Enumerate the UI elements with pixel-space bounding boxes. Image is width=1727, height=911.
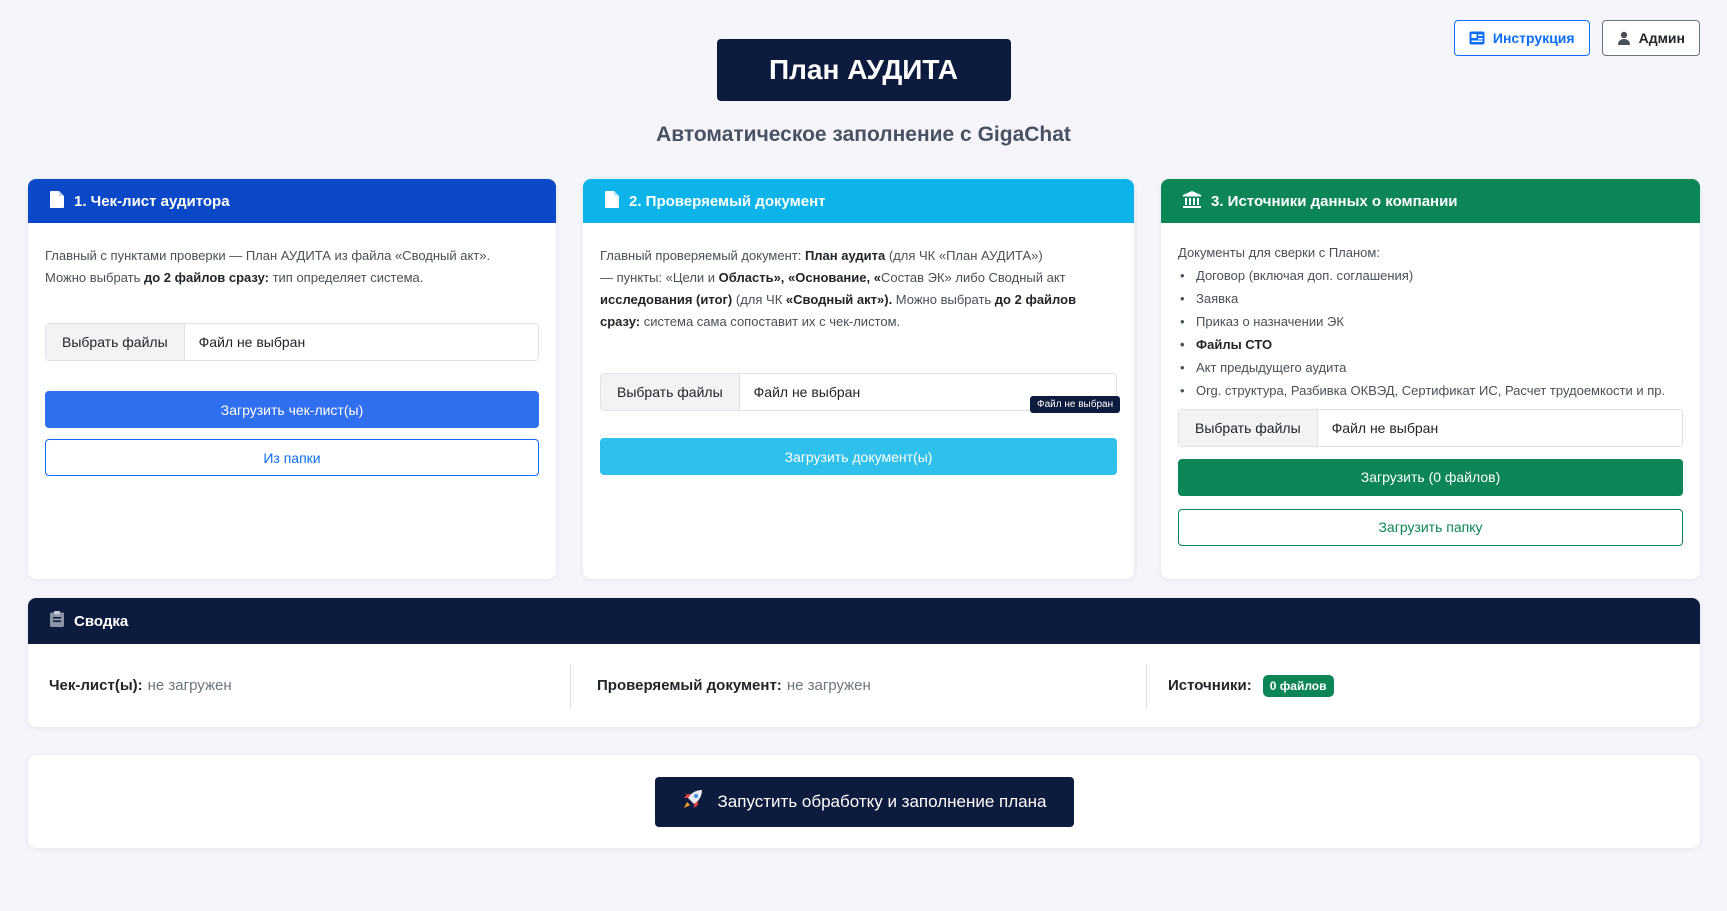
checklist-choose-files-button[interactable]: Выбрать файлы <box>46 324 185 360</box>
upload-checklist-button[interactable]: Загрузить чек-лист(ы) <box>45 391 539 428</box>
sources-list: Договор (включая доп. соглашения) Заявка… <box>1178 264 1683 402</box>
summary-row: Чек-лист(ы): не загружен Проверяемый доку… <box>28 644 1700 727</box>
sources-file-status: Файл не выбран <box>1331 419 1439 436</box>
document-card: 2. Проверяемый документ Главный проверяе… <box>583 179 1134 579</box>
summary-document: Проверяемый документ: не загружен <box>597 677 871 694</box>
list-item: Файлы СТО <box>1178 333 1683 356</box>
list-item: Org. структура, Разбивка ОКВЭД, Сертифик… <box>1178 379 1683 402</box>
list-item: Приказ о назначении ЭК <box>1178 310 1683 333</box>
run-processing-button[interactable]: Запустить обработку и заполнение плана <box>654 776 1074 827</box>
bank-icon <box>1183 190 1201 212</box>
document-card-header: 2. Проверяемый документ <box>583 179 1134 223</box>
summary-checklist: Чек-лист(ы): не загружен <box>49 677 232 694</box>
run-label: Запустить обработку и заполнение плана <box>717 791 1047 811</box>
upload-document-button[interactable]: Загрузить документ(ы) <box>600 438 1117 475</box>
checklist-file-input[interactable]: Выбрать файлы Файл не выбран <box>45 323 539 361</box>
summary-header: Сводка <box>28 598 1700 644</box>
summary-card: Сводка Чек-лист(ы): не загружен Проверяем… <box>28 598 1700 727</box>
sources-card-body: Документы для сверки с Планом: Договор (… <box>1161 223 1700 546</box>
sources-intro: Документы для сверки с Планом: <box>1178 245 1380 260</box>
title-wrap: План АУДИТА <box>0 39 1727 101</box>
checklist-desc-line-2: Можно выбрать до 2 файлов сразу: тип опр… <box>45 270 424 285</box>
checklist-card-body: Главный с пунктами проверки — План АУДИТ… <box>28 223 556 476</box>
file-status-tooltip: Файл не выбран <box>1030 396 1121 413</box>
status-badge: 0 файлов <box>1262 674 1334 697</box>
upload-folder-button[interactable]: Загрузить папку <box>1178 509 1683 546</box>
page-subtitle: Автоматическое заполнение с GigaChat <box>656 123 1071 146</box>
document-card-body: Главный проверяемый документ: План аудит… <box>583 223 1134 475</box>
sources-card: 3. Источники данных о компании Документы… <box>1161 179 1700 579</box>
document-desc: Главный проверяемый документ: План аудит… <box>600 248 1077 329</box>
summary-title: Сводка <box>74 612 129 630</box>
list-item: Договор (включая доп. соглашения) <box>1178 264 1683 287</box>
sources-file-input[interactable]: Выбрать файлы Файл не выбран <box>1178 409 1683 447</box>
document-choose-files-button[interactable]: Выбрать файлы <box>601 374 740 410</box>
document-card-title: 2. Проверяемый документ <box>629 192 826 210</box>
from-folder-button[interactable]: Из папки <box>45 439 539 476</box>
rocket-icon <box>682 788 704 815</box>
sources-card-header: 3. Источники данных о компании <box>1161 179 1700 223</box>
checklist-card: 1. Чек-лист аудитора Главный с пунктами … <box>28 179 556 579</box>
summary-sources: Источники: 0 файлов <box>1147 664 1334 708</box>
sources-choose-files-button[interactable]: Выбрать файлы <box>1179 410 1318 446</box>
document-icon <box>605 190 619 212</box>
clipboard-icon <box>50 611 64 631</box>
run-card: Запустить обработку и заполнение плана <box>28 755 1700 848</box>
list-item: Акт предыдущего аудита <box>1178 356 1683 379</box>
list-item: Заявка <box>1178 287 1683 310</box>
document-icon <box>50 190 64 212</box>
checklist-desc-line-1: Главный с пунктами проверки — План АУДИТ… <box>45 248 491 263</box>
sources-card-title: 3. Источники данных о компании <box>1211 192 1458 210</box>
checklist-card-header: 1. Чек-лист аудитора <box>28 179 556 223</box>
checklist-card-title: 1. Чек-лист аудитора <box>74 192 230 210</box>
document-file-status: Файл не выбран <box>753 384 861 400</box>
upload-sources-button[interactable]: Загрузить (0 файлов) <box>1178 459 1683 496</box>
checklist-file-status: Файл не выбран <box>198 334 306 350</box>
page-title: План АУДИТА <box>716 39 1011 101</box>
